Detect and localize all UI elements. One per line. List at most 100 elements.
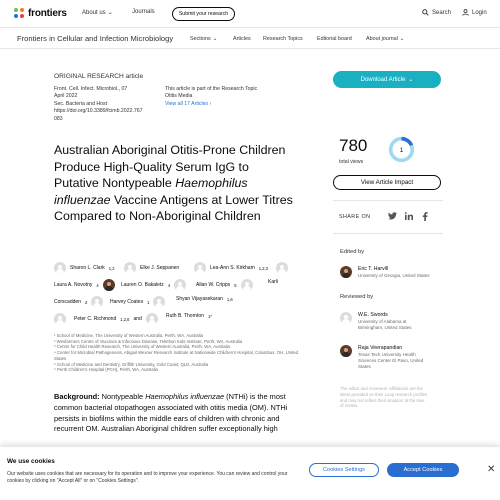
avatar xyxy=(124,262,136,274)
author-name: Elke J. Seppanen xyxy=(140,265,180,271)
accept-cookies-button[interactable]: Accept Cookies xyxy=(387,463,459,477)
avatar xyxy=(91,296,104,308)
affiliation-line: ⁶ Perth Children's Hospital (PCH), Perth… xyxy=(54,367,158,373)
author-item[interactable]: Lea-Ann S. Kirkham 1,2,3 xyxy=(194,262,288,274)
download-article-button[interactable]: Download Article ⌄ xyxy=(333,71,441,88)
about-journal-label: About journal xyxy=(366,36,398,42)
author-item[interactable]: Harvey Coates 1 xyxy=(110,296,166,308)
twitter-icon[interactable] xyxy=(386,210,398,222)
avatar xyxy=(145,313,158,325)
linkedin-icon[interactable] xyxy=(403,210,415,222)
avatar xyxy=(153,296,166,308)
affiliation-disclaimer: The editor and reviewers' affiliations a… xyxy=(340,386,428,409)
journal-nav-research-topics[interactable]: Research Topics xyxy=(263,36,303,42)
abstract-italic: Haemophilus influenzae xyxy=(145,392,225,401)
author-name: Laura A. Novotny xyxy=(54,282,93,288)
chevron-down-icon: ⌄ xyxy=(408,77,414,83)
article-type-label: ORIGINAL RESEARCH article xyxy=(54,73,144,80)
title-part1: Australian Aboriginal Otitis-Prone Child… xyxy=(54,143,286,191)
nav-about-us[interactable]: About us ⌄ xyxy=(82,9,113,17)
view-all-articles-link[interactable]: View all 17 Articles › xyxy=(165,101,257,108)
author-item[interactable]: Lauren O. Bakaletz 4 xyxy=(121,279,187,291)
author-sup: 1,2,6 xyxy=(120,316,130,322)
login-link[interactable]: Login xyxy=(462,9,487,16)
nav-about-label: About us xyxy=(82,9,106,16)
reviewer-affiliation: University of Alabama at Birmingham, Uni… xyxy=(358,319,412,330)
reviewer-info: W.E. Swords University of Alabama at Bir… xyxy=(358,312,433,331)
author-item[interactable]: Ruth B. Thornton 1* xyxy=(166,313,212,319)
author-sup: 4 xyxy=(96,282,99,288)
close-icon[interactable]: ✕ xyxy=(487,464,495,475)
journal-nav-editorial-board[interactable]: Editorial board xyxy=(317,36,352,42)
author-sup: 2 xyxy=(84,299,88,305)
author-item[interactable]: Elke J. Seppanen xyxy=(124,262,179,274)
meta-line: April 2022 xyxy=(54,93,78,100)
avatar xyxy=(174,279,187,291)
impact-ring-icon: 1 xyxy=(388,136,415,163)
editor-affiliation: University of Georgia, United States xyxy=(358,273,430,278)
journal-nav-articles[interactable]: Articles xyxy=(233,36,251,42)
logo-mark-icon xyxy=(14,8,25,19)
total-views-label: total views xyxy=(339,159,364,165)
author-and: and xyxy=(133,316,142,322)
author-sup: 1 xyxy=(147,299,150,305)
avatar xyxy=(102,279,115,291)
reviewer-card[interactable]: W.E. Swords University of Alabama at Bir… xyxy=(340,312,433,331)
reviewer-affiliation: Texas Tech University Health Sciences Ce… xyxy=(358,352,424,369)
frontiers-logo[interactable]: frontiers xyxy=(14,8,67,19)
download-label: Download Article xyxy=(360,76,406,83)
abstract-label: Background: xyxy=(54,392,100,401)
editor-name: Eric T. Harvill xyxy=(358,266,389,272)
author-name: Karli xyxy=(268,279,279,285)
author-item[interactable]: Allan W. Cripps 5 xyxy=(196,279,253,291)
nav-journals-label: Journals xyxy=(132,9,155,15)
author-sup: 5 xyxy=(234,282,237,288)
abstract-part1: Nontypeable xyxy=(99,392,146,401)
top-navigation: frontiers About us ⌄ Journals Submit you… xyxy=(0,0,500,28)
avatar xyxy=(340,345,352,357)
journal-title[interactable]: Frontiers in Cellular and Infection Micr… xyxy=(17,34,173,43)
view-article-impact-button[interactable]: View Article Impact xyxy=(333,175,441,190)
author-item[interactable]: Laura A. Novotny 4 xyxy=(54,279,115,291)
author-name: Peter C. Richmond xyxy=(74,316,117,322)
editor-card[interactable]: Eric T. Harvill University of Georgia, U… xyxy=(340,266,433,279)
meta-line: Front. Cell. Infect. Microbiol., 07 xyxy=(54,86,128,92)
submit-research-button[interactable]: Submit your research xyxy=(172,7,235,21)
sections-label: Sections xyxy=(190,36,211,42)
author-name: Shyan Vijayasekaran xyxy=(176,296,223,302)
research-topic-box: This article is part of the Research Top… xyxy=(165,86,257,108)
journal-nav-about-journal[interactable]: About journal ⌄ xyxy=(366,36,404,42)
nav-journals[interactable]: Journals xyxy=(132,9,155,15)
search-link[interactable]: Search xyxy=(422,9,451,16)
doi-link[interactable]: https://doi.org/10.3389/fcimb.2022.767 xyxy=(54,108,149,115)
reviewer-card[interactable]: Raja Veerapandian Texas Tech University … xyxy=(340,345,433,370)
meta-line: Sec. Bacteria and Host xyxy=(54,100,108,107)
author-name: Ruth B. Thornton xyxy=(166,313,204,319)
chevron-right-icon: › xyxy=(209,100,212,107)
doi-link-cont[interactable]: 083 xyxy=(54,116,149,123)
reviewer-name: W.E. Swords xyxy=(358,312,388,318)
editor-info: Eric T. Harvill University of Georgia, U… xyxy=(358,266,433,279)
edited-by-label: Edited by xyxy=(340,249,365,255)
cookies-settings-button[interactable]: Cookies Settings xyxy=(309,463,379,477)
user-icon xyxy=(462,9,469,16)
author-name: Corscadden xyxy=(54,299,81,305)
author-item[interactable]: Shyan Vijayasekaran 1,6 xyxy=(176,296,233,302)
login-label: Login xyxy=(472,9,487,16)
author-item[interactable]: Sharon L. Clark 1,2 xyxy=(54,262,115,274)
author-sup: 1,2 xyxy=(108,265,115,271)
author-item[interactable]: Peter C. Richmond 1,2,6 and xyxy=(74,313,158,325)
author-sup: 4 xyxy=(167,282,171,288)
facebook-icon[interactable] xyxy=(419,210,431,222)
journal-nav-sections[interactable]: Sections ⌄ xyxy=(190,36,217,42)
affiliations: ¹ School of Medicine, The University of … xyxy=(54,333,304,373)
topic-name[interactable]: Otitis Media xyxy=(165,93,257,100)
logo-text: frontiers xyxy=(28,8,67,19)
author-item[interactable]: Karli xyxy=(268,279,278,285)
topic-intro: This article is part of the Research Top… xyxy=(165,86,258,92)
reviewed-by-label: Reviewed by xyxy=(340,294,374,300)
divider xyxy=(333,233,443,234)
author-sup: 1* xyxy=(208,313,212,319)
author-name: Sharon L. Clark xyxy=(70,265,105,271)
author-item[interactable]: Corscadden 2 xyxy=(54,296,104,308)
